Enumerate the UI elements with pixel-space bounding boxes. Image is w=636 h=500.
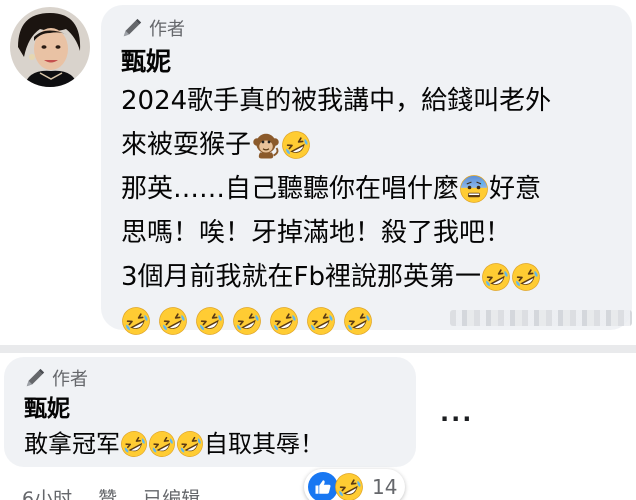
comment-text-line: 2024歌手真的被我講中，給錢叫老外 [121,79,632,123]
author-badge-label: 作者 [149,19,185,40]
rolling-laughing-emoji [306,306,336,336]
more-options-button[interactable]: ··· [440,405,473,433]
rolling-laughing-emoji [176,430,204,458]
comment-text-line: 敢拿冠军 自取其辱！ [24,425,416,463]
rolling-laughing-emoji [343,306,373,336]
comment-text: 那英……自己聽聽你在唱什麼 [121,174,460,204]
rolling-laughing-emoji [121,306,151,336]
comment-text: 敢拿冠军 [24,430,120,458]
comment-text: 來被耍猴子 [121,130,252,160]
comment-text-line: 3個月前我就在Fb裡說那英第一 [121,255,632,299]
comment-bubble-1: 作者 甄妮 2024歌手真的被我講中，給錢叫老外 來被耍猴子 那英……自己聽聽你… [101,5,632,330]
blurred-region [450,310,632,326]
comment-time: 6小时 [22,488,73,500]
rolling-laughing-emoji [158,306,188,336]
haha-reaction-icon [334,472,364,500]
comment-bubble-2: 作者 甄妮 敢拿冠军 自取其辱！ [4,357,416,467]
cold-sweat-emoji [459,174,489,204]
reaction-count: 14 [372,475,398,499]
pencil-icon [121,17,143,39]
like-link[interactable]: 赞 [98,484,117,500]
rolling-laughing-emoji [195,306,225,336]
author-badge-label: 作者 [52,369,88,390]
comment-text-line: 思嗎！唉！牙掉滿地！殺了我吧！ [121,211,632,255]
section-divider [0,345,636,353]
comment-text-line: 來被耍猴子 [121,123,632,167]
monkey-emoji [251,130,281,160]
comment-author-name[interactable]: 甄妮 [24,393,416,425]
rolling-laughing-emoji [511,262,541,292]
author-badge: 作者 [121,15,632,41]
reaction-summary[interactable]: 14 [304,469,406,500]
comment-text: 思嗎！唉！牙掉滿地！殺了我吧！ [121,218,512,248]
rolling-laughing-emoji [120,430,148,458]
rolling-laughing-emoji [232,306,262,336]
comment-text: 3個月前我就在Fb裡說那英第一 [121,262,482,292]
author-badge: 作者 [24,365,416,391]
rolling-laughing-emoji [148,430,176,458]
rolling-laughing-emoji [269,306,299,336]
comment-text: 自取其辱！ [204,430,324,458]
comment-text: 好意 [489,174,542,204]
comment-text-line: 那英……自己聽聽你在唱什麼 好意 [121,167,632,211]
rolling-laughing-emoji [481,262,511,292]
edited-label: 已编辑 [143,488,201,500]
rolling-laughing-emoji [281,130,311,160]
comment-meta-row: 6小时 赞 已编辑 [22,484,200,500]
comment-text: 2024歌手真的被我講中，給錢叫老外 [121,86,552,116]
author-avatar[interactable] [10,7,90,87]
comment-author-name[interactable]: 甄妮 [121,45,632,79]
facebook-comments-screenshot: 作者 甄妮 2024歌手真的被我講中，給錢叫老外 來被耍猴子 那英……自己聽聽你… [0,0,636,500]
pencil-icon [24,367,46,389]
